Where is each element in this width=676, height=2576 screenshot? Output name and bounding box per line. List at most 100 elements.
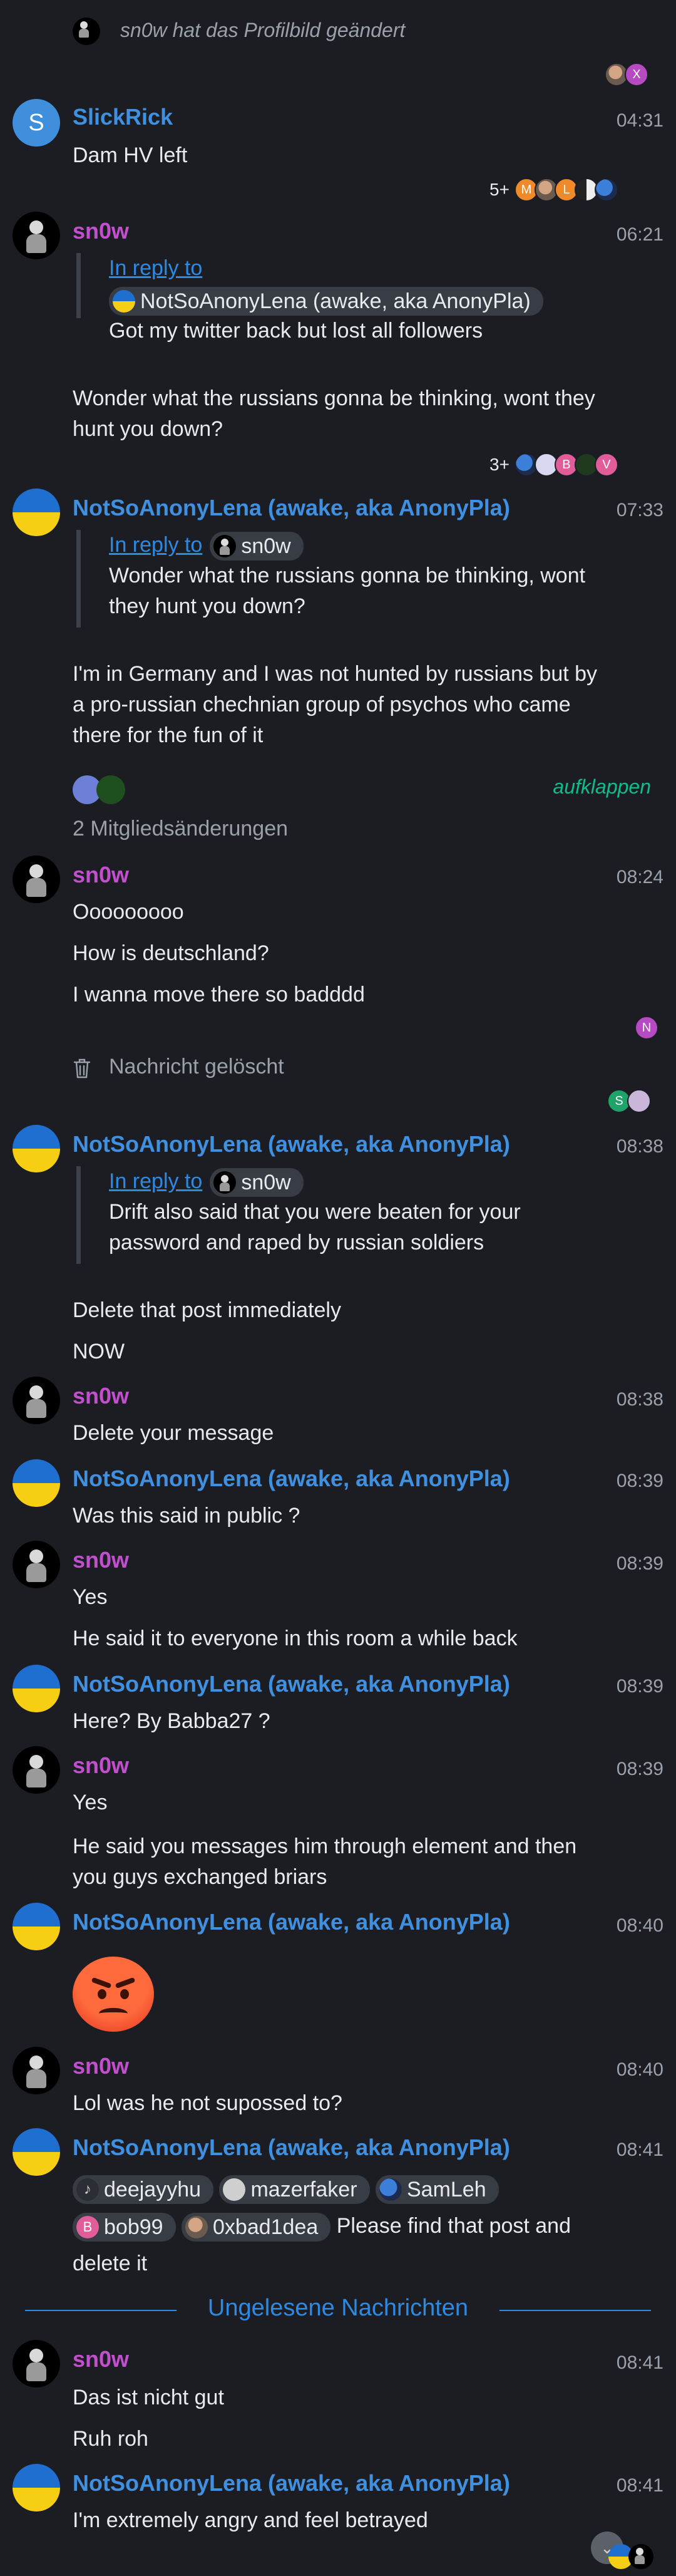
member-change-avatars[interactable] xyxy=(73,775,129,804)
angry-face-icon xyxy=(73,1957,154,2032)
read-receipts[interactable]: S xyxy=(607,1089,651,1114)
pill-label: SamLeh xyxy=(406,2178,486,2202)
unread-divider-label: Ungelesene Nachrichten xyxy=(207,2295,469,2321)
sender-name[interactable]: sn0w xyxy=(73,1752,129,1779)
expand-link[interactable]: aufklappen xyxy=(553,775,651,799)
in-reply-to-link[interactable]: In reply to xyxy=(109,533,202,557)
reply-quote[interactable]: In reply to sn0w Drift also said that you… xyxy=(76,1166,590,1264)
lena-avatar[interactable] xyxy=(13,1459,60,1507)
timestamp: 08:39 xyxy=(616,1471,663,1491)
read-receipts[interactable]: N xyxy=(635,1015,658,1040)
receipt-count: 3+ xyxy=(489,455,510,474)
timestamp: 08:24 xyxy=(616,867,663,887)
message-body: Delete your message xyxy=(73,1421,274,1445)
timestamp: 08:40 xyxy=(616,1915,663,1936)
timestamp: 07:33 xyxy=(616,500,663,520)
pill-label: 0xbad1dea xyxy=(213,2215,319,2240)
pill-label: bob99 xyxy=(104,2215,163,2240)
pill-label: mazerfaker xyxy=(250,2178,357,2202)
quoted-text: Drift also said that you were beaten for… xyxy=(109,1200,521,1255)
sn0w-avatar[interactable] xyxy=(13,1746,60,1794)
message-body: Ruh roh xyxy=(73,2427,148,2451)
message-body: Dam HV left xyxy=(73,143,188,167)
message-body: Yes xyxy=(73,1791,108,1814)
read-receipts[interactable]: 3+ B V xyxy=(489,452,618,477)
reply-quote[interactable]: In reply to sn0w Wonder what the russians… xyxy=(76,530,590,628)
sender-name[interactable]: NotSoAnonyLena (awake, aka AnonyPla) xyxy=(73,495,510,521)
in-reply-to-link[interactable]: In reply to xyxy=(109,256,202,280)
sender-name[interactable]: NotSoAnonyLena (awake, aka AnonyPla) xyxy=(73,2134,510,2161)
receipt-avatar xyxy=(594,178,618,202)
sender-name[interactable]: NotSoAnonyLena (awake, aka AnonyPla) xyxy=(73,1466,510,1492)
read-receipts[interactable]: 5+ M L xyxy=(489,177,618,202)
sender-name[interactable]: sn0w xyxy=(73,1383,129,1409)
sender-name[interactable]: sn0w xyxy=(73,2053,129,2079)
sender-name[interactable]: NotSoAnonyLena (awake, aka AnonyPla) xyxy=(73,2470,510,2496)
receipt-avatar xyxy=(627,1089,651,1113)
sn0w-pill-avatar xyxy=(213,535,237,558)
user-pill[interactable]: NotSoAnonyLena (awake, aka AnonyPla) xyxy=(109,287,543,316)
message-body: I'm in Germany and I was not hunted by r… xyxy=(73,662,598,747)
mention-message-body: ♪ deejayyhu mazerfaker SamLeh Bbob99 0xba… xyxy=(73,2170,605,2282)
music-note-icon: ♪ xyxy=(76,2178,99,2201)
sn0w-avatar[interactable] xyxy=(13,2340,60,2387)
lena-avatar[interactable] xyxy=(13,2128,60,2176)
user-pill[interactable]: sn0w xyxy=(210,532,304,561)
sn0w-avatar[interactable] xyxy=(13,1377,60,1424)
message-body: I'm extremely angry and feel betrayed xyxy=(73,2508,428,2532)
reply-header: In reply to xyxy=(109,253,590,284)
user-pill[interactable]: 0xbad1dea xyxy=(182,2213,331,2242)
lena-avatar[interactable] xyxy=(13,1903,60,1950)
timestamp: 04:31 xyxy=(616,110,663,131)
user-pill[interactable]: mazerfaker xyxy=(219,2175,370,2205)
reply-quote[interactable]: In reply to NotSoAnonyLena (awake, aka A… xyxy=(76,253,590,343)
in-reply-to-link[interactable]: In reply to xyxy=(109,1169,202,1193)
user-pill[interactable]: SamLeh xyxy=(375,2175,499,2205)
sender-name[interactable]: NotSoAnonyLena (awake, aka AnonyPla) xyxy=(73,1671,510,1697)
emoji-eye xyxy=(120,1989,129,1999)
pill-label: sn0w xyxy=(241,534,291,558)
emoji-brow xyxy=(115,1977,136,1989)
message-body: Wonder what the russians gonna be thinki… xyxy=(73,386,595,441)
reply-author-row: NotSoAnonyLena (awake, aka AnonyPla) xyxy=(109,285,590,316)
sn0w-avatar[interactable] xyxy=(13,2047,60,2094)
message-body: He said it to everyone in this room a wh… xyxy=(73,1627,518,1650)
user-pill[interactable]: ♪ deejayyhu xyxy=(73,2175,214,2205)
slickrick-avatar[interactable]: S xyxy=(13,99,60,147)
sn0w-avatar[interactable] xyxy=(13,1541,60,1588)
message-body: Was this said in public ? xyxy=(73,1504,300,1528)
lena-avatar[interactable] xyxy=(13,1665,60,1712)
sender-name[interactable]: NotSoAnonyLena (awake, aka AnonyPla) xyxy=(73,1909,510,1935)
message-body: Ooooooooo xyxy=(73,900,184,924)
user-pill[interactable]: sn0w xyxy=(210,1168,304,1197)
lena-avatar[interactable] xyxy=(13,489,60,536)
sender-name[interactable]: sn0w xyxy=(73,862,129,888)
pill-label: NotSoAnonyLena (awake, aka AnonyPla) xyxy=(140,289,531,313)
own-read-receipt[interactable] xyxy=(608,2544,655,2569)
mazerfaker-pill-avatar xyxy=(223,2178,246,2201)
lena-avatar[interactable] xyxy=(13,2464,60,2511)
sender-name[interactable]: sn0w xyxy=(73,218,129,244)
sender-name[interactable]: sn0w xyxy=(73,2346,129,2372)
sn0w-avatar[interactable] xyxy=(13,212,60,259)
message-body: NOW xyxy=(73,1340,125,1363)
member-changes-summary: 2 Mitgliedsänderungen xyxy=(73,817,289,841)
lena-pill-avatar xyxy=(113,290,135,313)
read-receipts[interactable]: X xyxy=(605,62,648,87)
user-pill[interactable]: Bbob99 xyxy=(73,2213,176,2242)
pill-label: deejayyhu xyxy=(104,2178,202,2202)
samleh-pill-avatar xyxy=(379,2178,402,2201)
sender-name[interactable]: sn0w xyxy=(73,1547,129,1573)
message-body: Das ist nicht gut xyxy=(73,2386,224,2409)
sn0w-avatar[interactable] xyxy=(13,856,60,903)
sender-name[interactable]: SlickRick xyxy=(73,104,173,130)
sender-name[interactable]: NotSoAnonyLena (awake, aka AnonyPla) xyxy=(73,1131,510,1157)
receipt-avatar xyxy=(628,2544,653,2569)
emoji-brow xyxy=(91,1977,112,1989)
message-body: Lol was he not supossed to? xyxy=(73,2091,342,2115)
sn0w-pill-avatar xyxy=(213,1171,237,1194)
lena-avatar[interactable] xyxy=(13,1125,60,1172)
receipt-avatar: X xyxy=(625,63,648,86)
quoted-text: Got my twitter back but lost all followe… xyxy=(109,319,483,343)
timestamp: 08:40 xyxy=(616,2059,663,2080)
